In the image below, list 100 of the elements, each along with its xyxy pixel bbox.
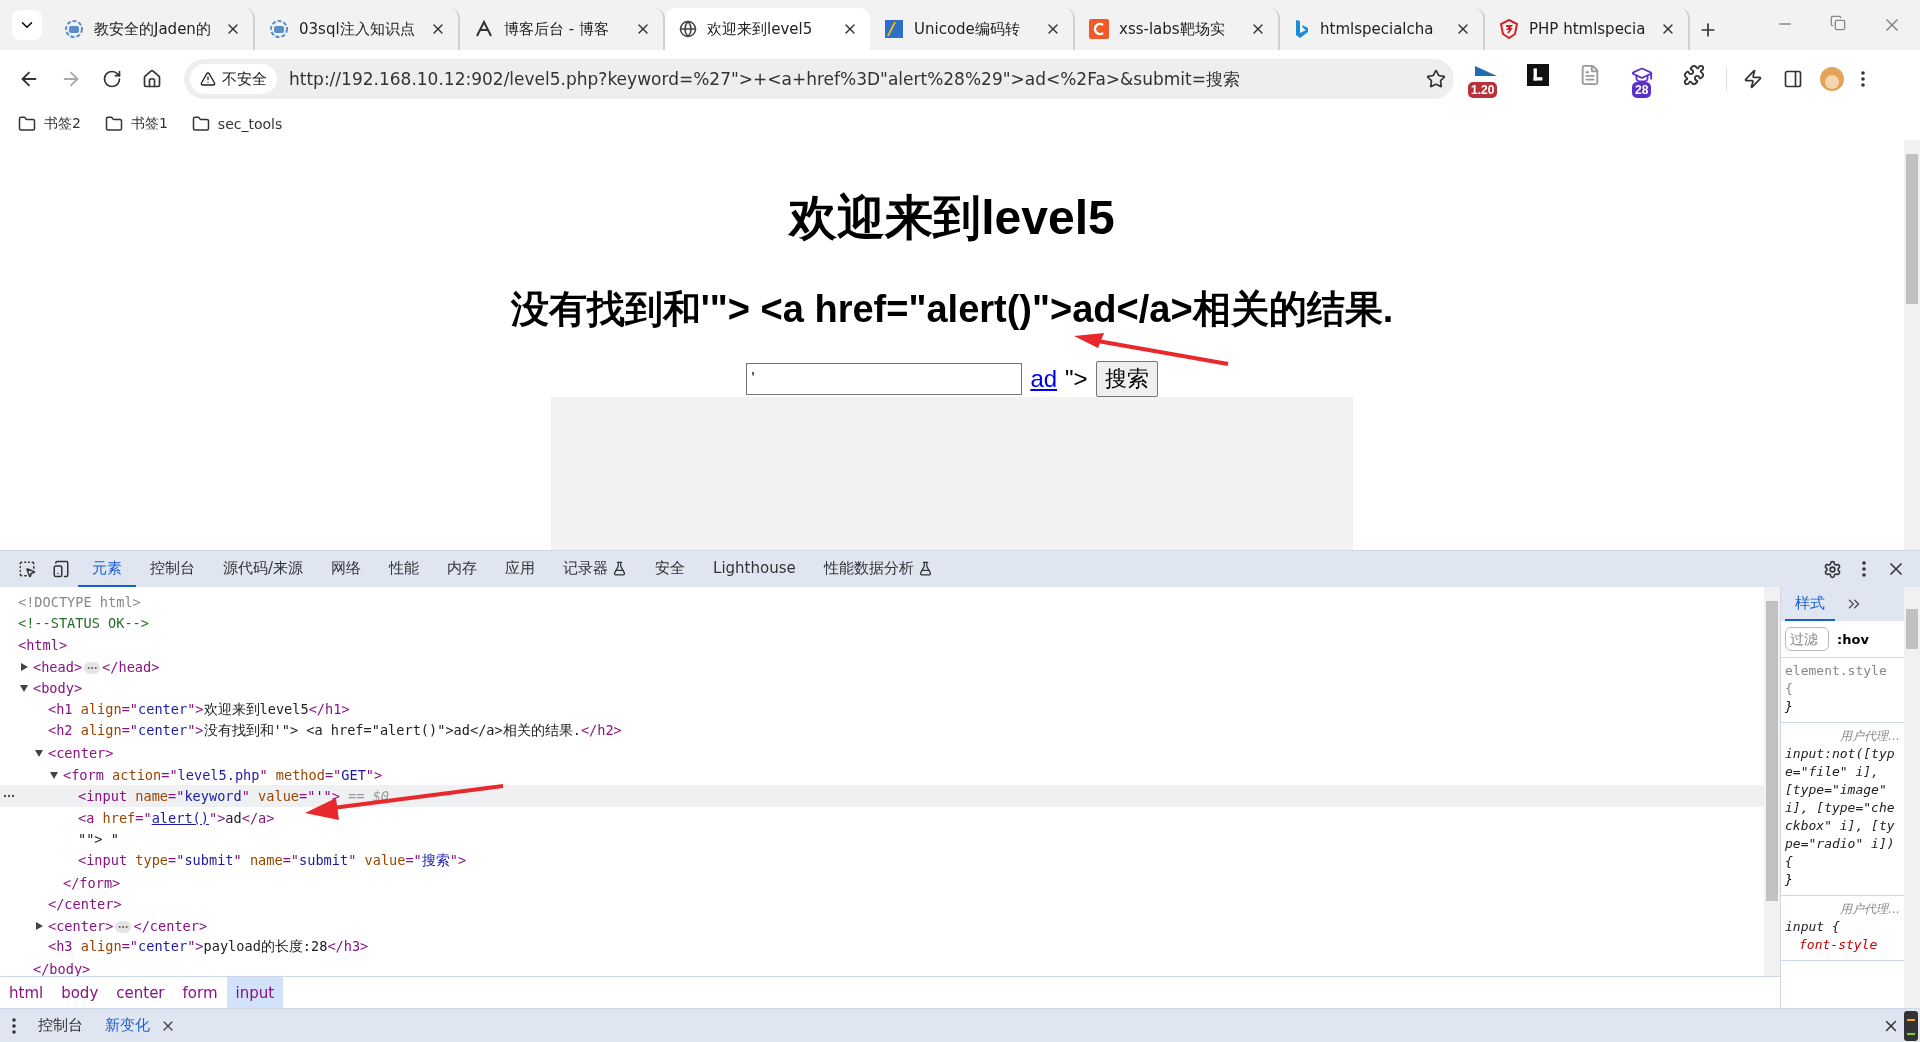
dom-tree-row[interactable]: </body> [0,958,1764,976]
filter-field[interactable]: 过滤 [1785,627,1829,651]
collapse-triangle-icon[interactable] [19,683,29,694]
markup-token: =" [121,722,139,739]
dom-tree-row[interactable]: </form> [0,871,1764,894]
devtools-tab[interactable]: 安全 [641,551,700,587]
document-icon [1579,64,1601,86]
dom-tree-row[interactable]: <input type="submit" name="submit" value="搜索"> [0,850,1764,872]
browser-tab[interactable]: 欢迎来到level5 [665,8,870,50]
dom-tree-row[interactable]: <a href="alert()">ad</a> [0,806,1764,829]
markup-token: "> [187,700,204,717]
flask-icon [612,560,628,576]
devtools-tab[interactable]: 网络 [317,551,376,587]
bookmark-folder[interactable]: 书签2 [18,115,81,133]
more-icon[interactable] [12,1017,16,1034]
tab-title: 欢迎来到level5 [707,19,814,39]
markup-token: =" [405,851,422,868]
markup-token: keyword [184,788,242,805]
ad-link[interactable]: ad [1030,365,1058,393]
security-chip[interactable]: 不安全 [190,64,277,94]
tile-icon [884,19,904,39]
markup-token: "> [209,809,226,826]
tab-title: 博客后台 - 博客 [504,19,610,39]
dom-tree-row[interactable]: <html> [0,634,1764,656]
ellipsis-icon[interactable] [84,661,101,674]
search-button[interactable]: 搜索 [1095,361,1158,397]
markup-token: </h1> [308,700,350,717]
restore-icon[interactable] [1830,15,1846,31]
devtools-tab[interactable]: 性能数据分析 [809,551,947,587]
folder-icon [191,115,210,133]
markup-token: 搜索 [421,851,450,868]
markup-token: center [138,722,188,739]
devtools-tab[interactable]: 元素 [78,551,136,587]
dom-tree-row[interactable]: <center> [0,742,1764,764]
expand-triangle-icon[interactable] [19,661,29,672]
address-bar[interactable]: 不安全 http://192.168.10.12:902/level5.php?keyword=%27">+<a+href%3D"alert%28%29">ad<%2Fa>&submit=搜索 [184,59,1454,99]
breadcrumb[interactable]: body [52,977,108,1008]
breadcrumb[interactable]: form [173,977,227,1008]
dom-tree-row[interactable]: ""> " [0,828,1764,851]
devtools-tab[interactable]: 性能 [375,551,434,587]
devtools-tab[interactable]: 内存 [433,551,492,587]
markup-token: payload的长度:28 [203,938,328,955]
dom-tree-row[interactable]: </center> [0,893,1764,915]
hov-button[interactable]: :hov [1837,631,1869,647]
dom-tree-row[interactable]: <body> [0,677,1764,699]
dom-tree-row[interactable]: <form action="level5.php" method="GET"> [0,763,1764,786]
home-icon [142,69,162,89]
result-heading: 没有找到和'"> <a href="alert()">ad</a>相关的结果. [510,287,1394,332]
brace: { [1785,854,1793,869]
markup-token: alert() [151,809,209,826]
drawer-tab[interactable]: 新变化 [105,1016,176,1035]
scrollbar[interactable] [1904,140,1920,550]
markup-token: =" [135,809,152,826]
scrollbar[interactable] [1904,587,1920,1008]
dom-tree-row[interactable]: <h1 align="center">欢迎来到level5</h1> [0,698,1764,721]
dom-tree-row[interactable]: <head> </head> [0,655,1764,678]
dom-tree-row[interactable]: <!--STATUS OK--> [0,612,1764,635]
b-logo-icon [1294,19,1310,39]
markup-token: <html> [18,637,68,653]
dom-tree-row[interactable]: <h3 align="center">payload的长度:28</h3> [0,936,1764,959]
ellipsis-icon[interactable] [115,920,132,933]
bookmark-folder[interactable]: sec_tools [191,115,283,133]
extensions-icon [1683,64,1705,86]
more-icon [1862,561,1866,577]
dom-tree-row[interactable]: <center> </center> [0,914,1764,937]
dom-tree-row[interactable]: <!DOCTYPE html> [0,591,1764,613]
expand-triangle-icon[interactable] [34,920,44,931]
rule-origin: 用户代理… [1839,901,1900,918]
collapse-triangle-icon[interactable] [49,769,59,780]
devtools-tab[interactable]: 记录器 [549,551,642,587]
markup-token: " [241,788,251,805]
tab-title: htmlspecialcha [1320,20,1435,38]
scrollbar[interactable] [1764,587,1780,976]
breadcrumb[interactable]: center [107,977,174,1008]
dom-tree-row[interactable]: <h2 align="center">没有找到和'"> <a href="alert()">ad</a>相关的结果.</h2> [0,720,1764,743]
extension-button[interactable]: 1.20 [1466,60,1506,98]
extension-button[interactable]: 28 [1622,60,1662,98]
markup-token: =" [168,851,185,868]
markup-token: <input [78,851,129,868]
brace: { [1831,919,1840,934]
breadcrumb[interactable]: html [0,977,53,1008]
bookmark-folder[interactable]: 书签1 [104,115,168,133]
drawer-tab[interactable]: 控制台 [38,1016,83,1035]
breadcrumb[interactable]: input [226,977,284,1008]
css-selector: element.style [1785,663,1887,678]
markup-token: </h3> [327,938,369,955]
markup-token: align [80,700,122,717]
devtools-tab[interactable]: 控制台 [136,551,209,587]
devtools-tab[interactable]: 源代码/来源 [209,551,318,587]
markup-token: =" [161,766,178,783]
markup-token: submit [184,851,234,868]
collapse-triangle-icon[interactable] [34,747,44,758]
tab-search-button[interactable] [12,10,42,40]
css-selector: input:not([type="file" i], [type="image" i], [type="checkbox" i], [type="radio" i]) [1785,746,1895,851]
keyword-field[interactable]: ' [746,363,1023,395]
devtools-tab[interactable]: Lighthouse [699,551,810,587]
star-icon[interactable] [1426,69,1446,89]
devtools-tab[interactable]: 应用 [491,551,550,587]
markup-token: <a [78,809,96,826]
markup-token: </body> [33,960,91,976]
